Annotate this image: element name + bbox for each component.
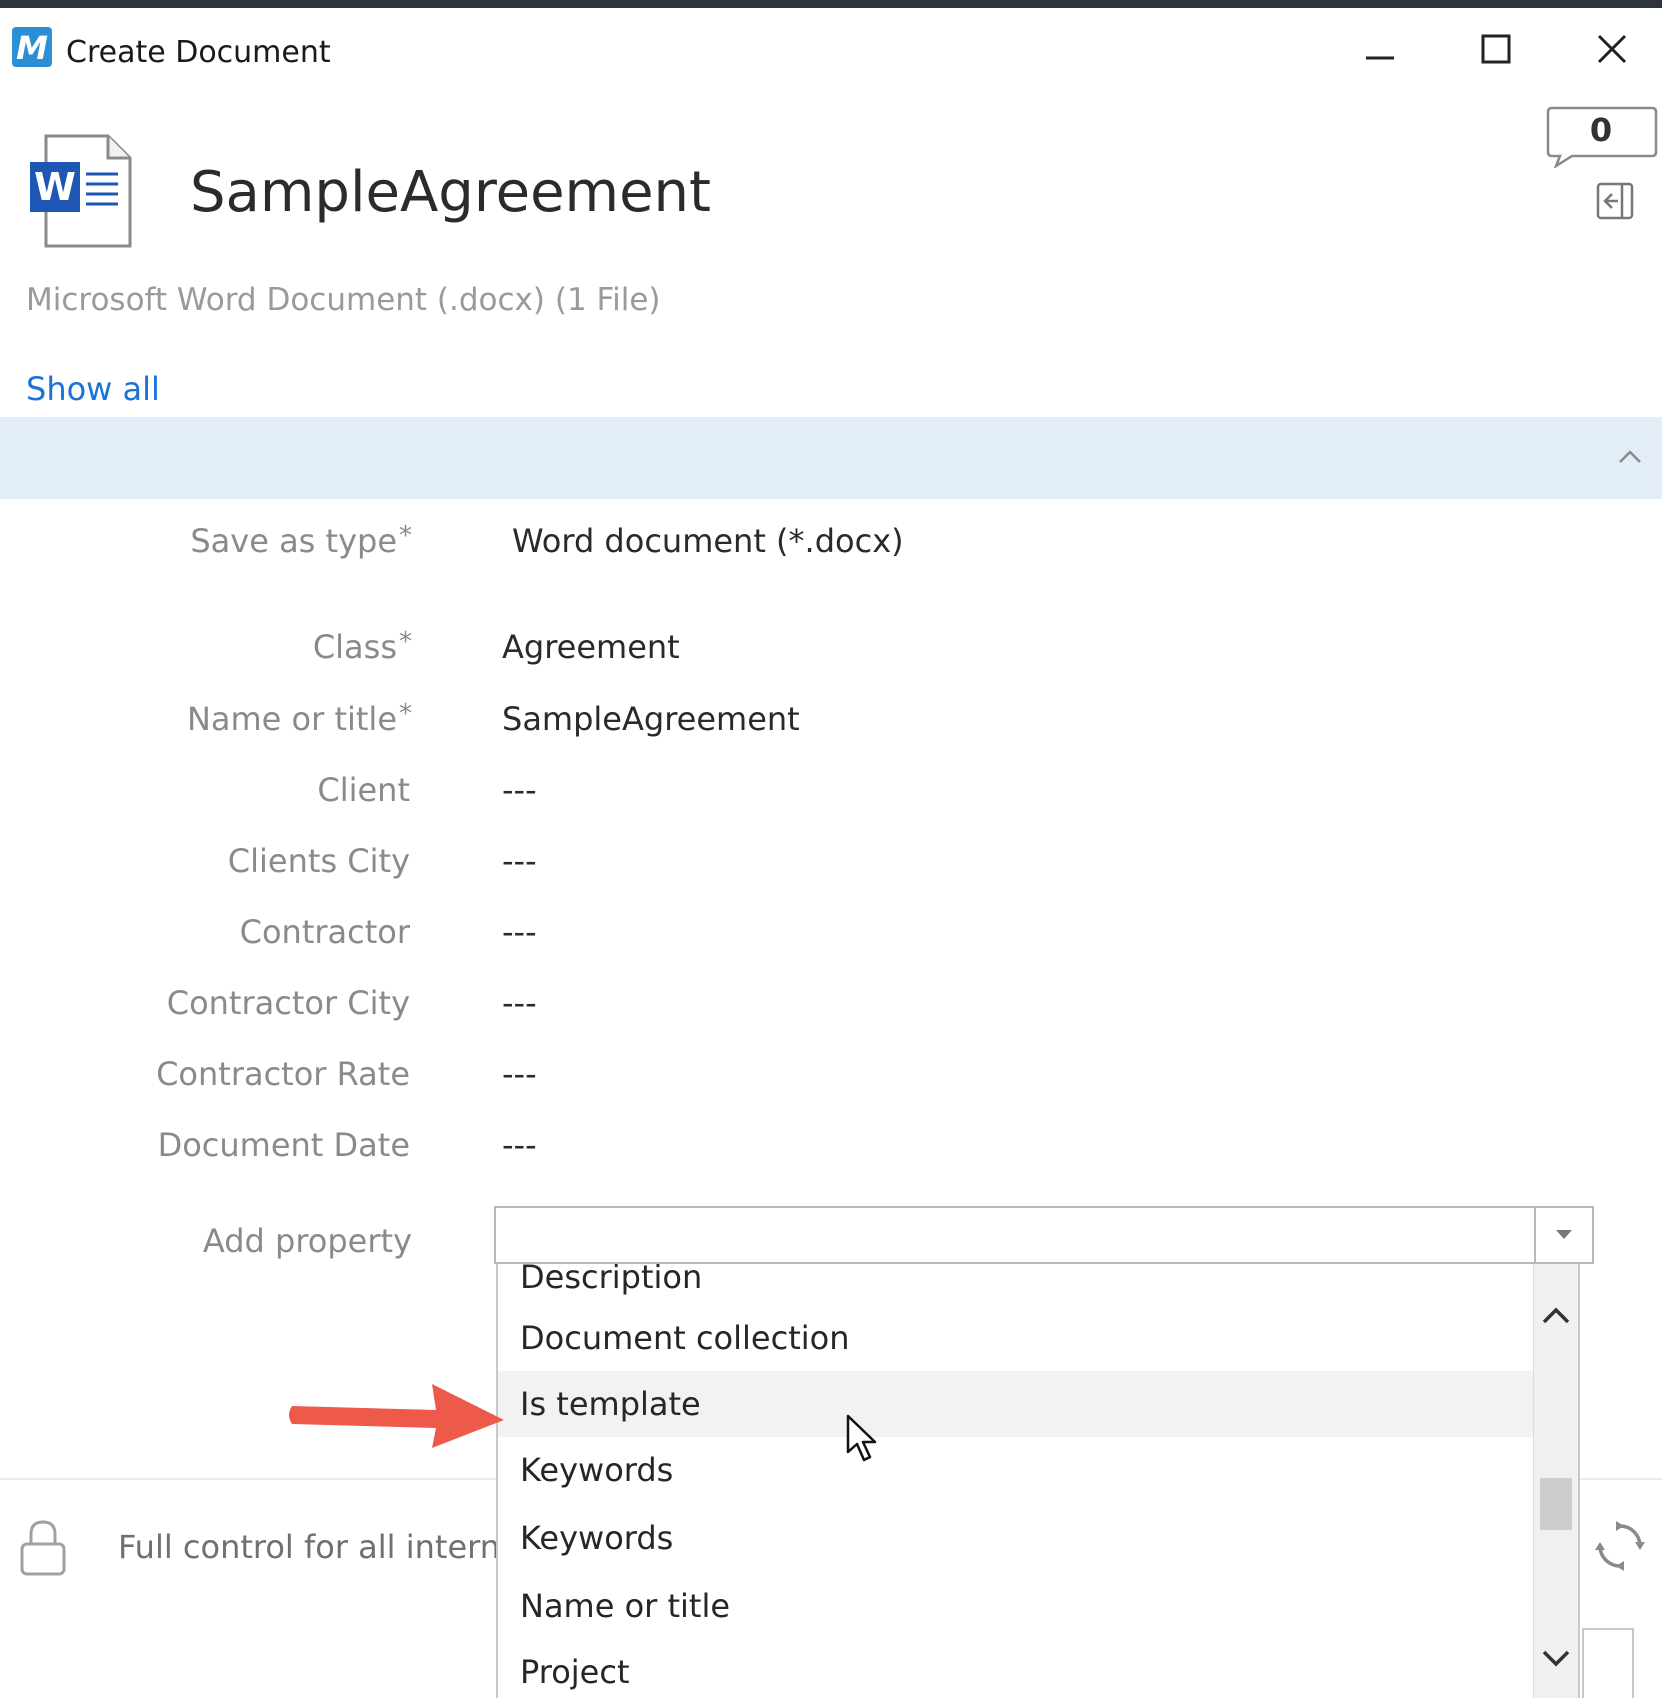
scroll-down-icon[interactable] — [1534, 1636, 1578, 1680]
property-value-document-date[interactable]: --- — [502, 1126, 537, 1164]
property-value-contractor[interactable]: --- — [502, 913, 537, 951]
minimize-button[interactable] — [1350, 22, 1410, 78]
dropdown-option-name-or-title[interactable]: Name or title — [498, 1573, 1534, 1639]
property-value-name-or-title[interactable]: SampleAgreement — [502, 700, 800, 738]
property-label-contractor-city: Contractor City — [166, 984, 410, 1022]
property-value-client[interactable]: --- — [502, 771, 537, 809]
lock-icon[interactable] — [18, 1518, 68, 1576]
property-value-contractor-rate[interactable]: --- — [502, 1055, 537, 1093]
refresh-icon[interactable] — [1594, 1520, 1646, 1572]
dropdown-option-project[interactable]: Project — [498, 1639, 1534, 1698]
window-title: Create Document — [66, 35, 331, 70]
maximize-icon — [1481, 34, 1511, 64]
dropdown-scrollbar[interactable] — [1533, 1264, 1578, 1698]
annotation-arrow-icon — [289, 1384, 504, 1448]
add-property-combobox[interactable] — [494, 1206, 1594, 1264]
scrollbar-thumb[interactable] — [1540, 1478, 1572, 1530]
add-property-dropdown-list[interactable]: Description Document collection Is templ… — [496, 1264, 1580, 1698]
dropdown-option-keywords[interactable]: Keywords — [498, 1437, 1534, 1503]
window-top-edge — [0, 0, 1662, 8]
property-value-class[interactable]: Agreement — [502, 628, 680, 666]
property-label-clients-city: Clients City — [227, 842, 410, 880]
document-subtitle: Microsoft Word Document (.docx) (1 File) — [26, 282, 661, 318]
dropdown-option-description[interactable]: Description — [498, 1264, 1534, 1310]
property-label-contractor: Contractor — [239, 913, 410, 951]
comment-count: 0 — [1589, 111, 1613, 149]
minimize-icon — [1366, 56, 1394, 60]
property-label-name-or-title: Name or title* — [186, 699, 412, 738]
scroll-up-icon[interactable] — [1534, 1294, 1578, 1338]
mouse-pointer-icon — [846, 1414, 877, 1462]
property-label-contractor-rate: Contractor Rate — [156, 1055, 410, 1093]
close-button[interactable] — [1582, 22, 1642, 78]
add-property-label: Add property — [202, 1222, 412, 1260]
footer-button-partial[interactable] — [1582, 1628, 1634, 1698]
property-value-save-as-type[interactable]: Word document (*.docx) — [512, 522, 904, 560]
property-label-document-date: Document Date — [157, 1126, 410, 1164]
add-property-dropdown-button[interactable] — [1534, 1208, 1592, 1262]
dropdown-option-keywords-2[interactable]: Keywords — [498, 1505, 1534, 1571]
chevron-up-icon[interactable] — [1610, 436, 1650, 476]
close-icon — [1597, 34, 1627, 64]
m-files-logo-icon: M — [12, 27, 52, 67]
svg-text:M: M — [16, 29, 48, 67]
title-bar: M Create Document — [0, 8, 1662, 84]
document-title[interactable]: SampleAgreement — [190, 160, 711, 225]
property-label-client: Client — [317, 771, 410, 809]
permissions-text[interactable]: Full control for all internal — [118, 1528, 529, 1566]
caret-down-icon — [1556, 1230, 1572, 1239]
property-label-class: Class* — [312, 627, 412, 666]
metadata-section-header[interactable] — [0, 417, 1662, 499]
svg-text:W: W — [34, 165, 76, 209]
maximize-button[interactable] — [1466, 22, 1526, 78]
dropdown-option-is-template[interactable]: Is template — [498, 1371, 1534, 1437]
property-value-contractor-city[interactable]: --- — [502, 984, 537, 1022]
property-value-clients-city[interactable]: --- — [502, 842, 537, 880]
property-label-save-as-type: Save as type* — [190, 521, 412, 560]
word-document-icon: W — [30, 134, 132, 248]
show-all-link[interactable]: Show all — [26, 370, 160, 408]
dropdown-option-document-collection[interactable]: Document collection — [498, 1305, 1534, 1371]
panel-toggle-icon[interactable] — [1596, 182, 1634, 220]
